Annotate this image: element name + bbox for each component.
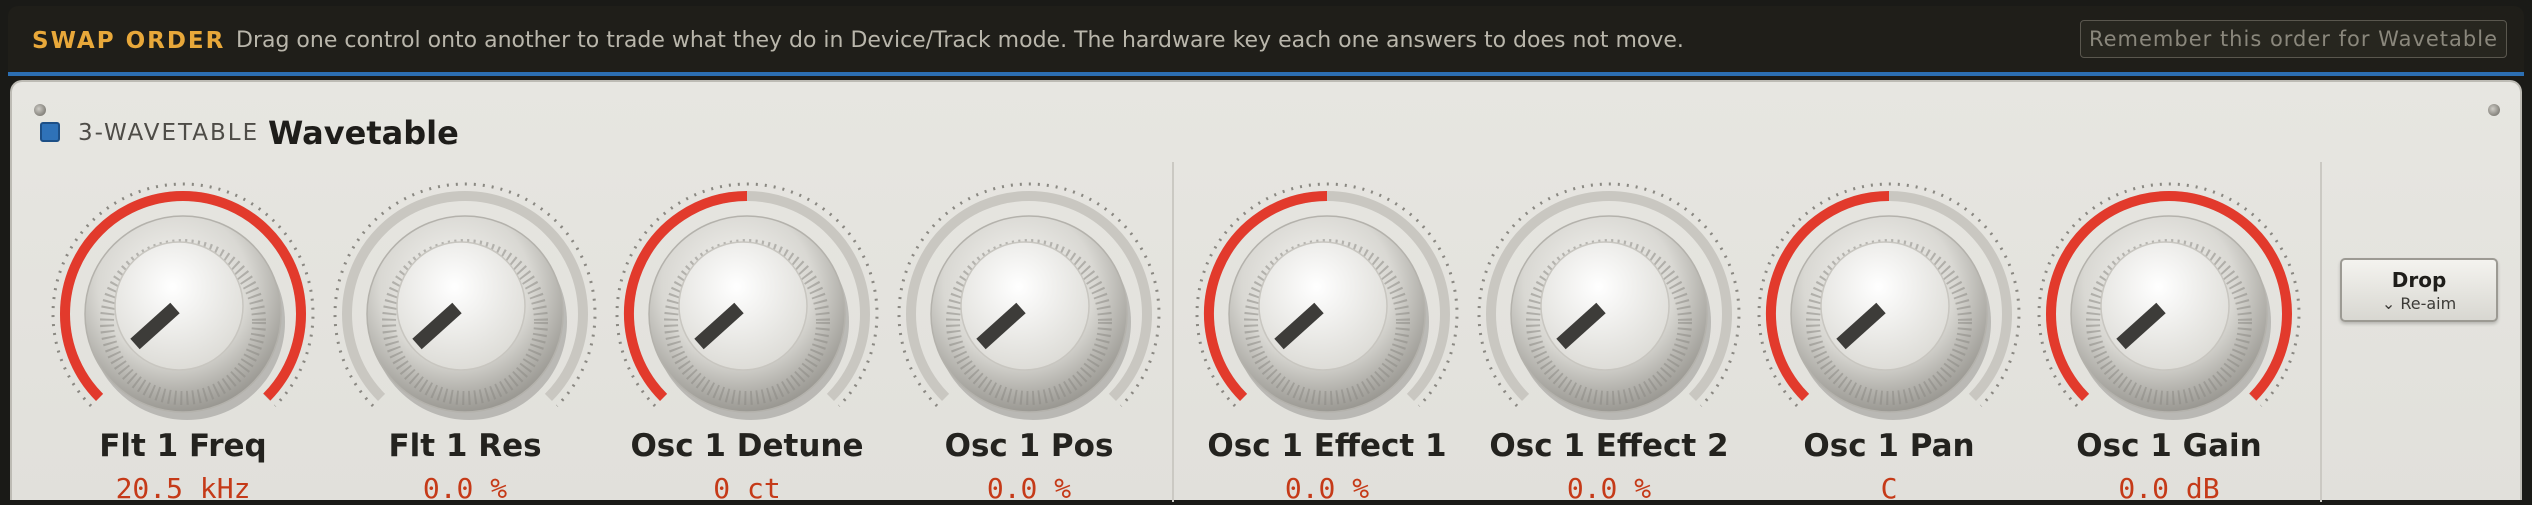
device-panel: 3-WAVETABLE Wavetable Flt 1 Freq 20.5 kHz… [10,80,2522,505]
banner-title: SWAP ORDER [32,28,226,54]
knob-cap [1258,241,1388,371]
knob-cap [396,241,526,371]
device-on-toggle[interactable] [40,122,60,142]
screw-icon [34,104,46,116]
knob-dial[interactable] [48,152,318,422]
knob-label: Osc 1 Effect 1 [1207,428,1447,464]
knob-value: C [1880,472,1898,505]
device-id-label: 3-WAVETABLE [78,120,260,146]
reaim-label: ⌄ Re-aim [2381,293,2457,313]
knob-value: 0 ct [713,472,781,505]
knob-label: Osc 1 Pan [1803,428,1975,464]
knob-value: 0.0 dB [2118,472,2220,505]
knob-value: 20.5 kHz [115,472,251,505]
knob-dial[interactable] [894,152,1164,422]
knob-dial[interactable] [2034,152,2304,422]
banner-instructions: Drag one control onto another to trade w… [236,28,1684,53]
knob-label: Osc 1 Gain [2076,428,2262,464]
knob-dial[interactable] [1754,152,2024,422]
knob-osc-1-effect-1[interactable]: Osc 1 Effect 1 0.0 % [1192,152,1462,505]
knob-label: Osc 1 Detune [630,428,864,464]
knob-cap [678,241,808,371]
knob-value: 0.0 % [1284,472,1370,505]
panel-divider [2320,162,2322,502]
knob-value: 0.0 % [422,472,508,505]
knob-dial[interactable] [1474,152,1744,422]
knob-dial[interactable] [1192,152,1462,422]
drop-button-label: Drop [2391,267,2447,292]
swap-order-banner: SWAP ORDER Drag one control onto another… [8,6,2524,76]
knob-label: Flt 1 Res [388,428,542,464]
knob-cap [114,241,244,371]
knob-osc-1-pan[interactable]: Osc 1 Pan C [1754,152,2024,505]
knob-dial[interactable] [330,152,600,422]
knob-value: 0.0 % [1566,472,1652,505]
drop-button[interactable]: Drop ⌄ Re-aim [2340,258,2498,322]
knob-flt-1-res[interactable]: Flt 1 Res 0.0 % [330,152,600,505]
device-name: Wavetable [268,114,459,152]
knob-cap [2100,241,2230,371]
screw-icon [2488,104,2500,116]
knob-osc-1-gain[interactable]: Osc 1 Gain 0.0 dB [2034,152,2304,505]
knob-label: Osc 1 Pos [944,428,1114,464]
knob-osc-1-detune[interactable]: Osc 1 Detune 0 ct [612,152,882,505]
knob-value: 0.0 % [986,472,1072,505]
bank-divider [1172,162,1174,502]
knob-flt-1-freq[interactable]: Flt 1 Freq 20.5 kHz [48,152,318,505]
knob-label: Flt 1 Freq [99,428,267,464]
knob-osc-1-effect-2[interactable]: Osc 1 Effect 2 0.0 % [1474,152,1744,505]
knob-label: Osc 1 Effect 2 [1489,428,1729,464]
knob-cap [960,241,1090,371]
knob-cap [1820,241,1950,371]
knob-osc-1-pos[interactable]: Osc 1 Pos 0.0 % [894,152,1164,505]
knob-dial[interactable] [612,152,882,422]
remember-order-button[interactable]: Remember this order for Wavetable [2080,20,2507,58]
knob-cap [1540,241,1670,371]
